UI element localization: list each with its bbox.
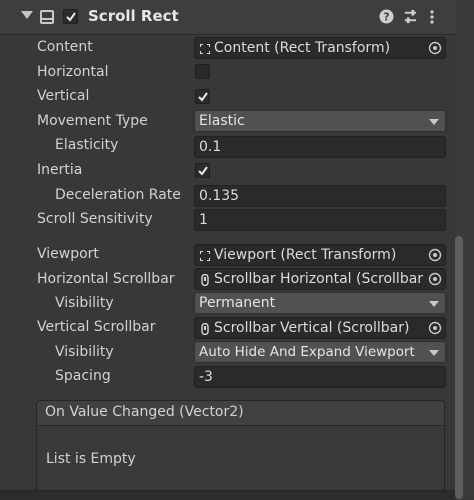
horizontal-label: Horizontal <box>37 64 109 80</box>
event-empty-text: List is Empty <box>46 451 136 467</box>
inertia-checkbox[interactable] <box>195 163 210 178</box>
horizontal-visibility-value: Permanent <box>199 295 276 311</box>
elasticity-field[interactable]: 0.1 <box>194 136 446 158</box>
scroll-sensitivity-value: 1 <box>199 212 208 228</box>
scroll-rect-component-icon <box>40 10 54 24</box>
rect-transform-icon <box>200 251 210 261</box>
vertical-scrollbar-value: Scrollbar Vertical (Scrollbar) <box>214 320 410 336</box>
object-picker-icon[interactable] <box>428 248 442 262</box>
object-picker-icon[interactable] <box>428 321 442 335</box>
collapse-arrow-icon[interactable] <box>21 11 33 19</box>
viewport-field[interactable]: Viewport (Rect Transform) <box>194 244 446 266</box>
vertical-visibility-label: Visibility <box>55 344 114 360</box>
scroll-sensitivity-field[interactable]: 1 <box>194 209 446 231</box>
horizontal-visibility-label: Visibility <box>55 295 114 311</box>
spacing-field[interactable]: -3 <box>194 366 446 388</box>
spacing-label: Spacing <box>55 368 111 384</box>
scrollbar-icon <box>201 274 209 286</box>
vertical-visibility-dropdown[interactable]: Auto Hide And Expand Viewport <box>194 341 446 363</box>
checkmark-icon <box>198 92 208 102</box>
presets-icon[interactable] <box>403 9 418 24</box>
content-label: Content <box>37 39 93 55</box>
vertical-checkbox[interactable] <box>195 89 210 104</box>
spacing-value: -3 <box>199 369 213 385</box>
object-picker-icon[interactable] <box>428 41 442 55</box>
movement-type-dropdown[interactable]: Elastic <box>194 110 446 132</box>
horizontal-visibility-dropdown[interactable]: Permanent <box>194 292 446 314</box>
object-picker-icon[interactable] <box>428 272 442 286</box>
scroll-sensitivity-label: Scroll Sensitivity <box>37 211 153 227</box>
event-title: On Value Changed (Vector2) <box>45 404 244 420</box>
horizontal-checkbox[interactable] <box>195 64 210 79</box>
component-title: Scroll Rect <box>88 7 179 25</box>
component-enabled-checkbox[interactable] <box>63 9 78 24</box>
elasticity-value: 0.1 <box>199 139 222 155</box>
horizontal-scrollbar-field[interactable]: Scrollbar Horizontal (Scrollbar <box>194 268 446 290</box>
deceleration-rate-field[interactable]: 0.135 <box>194 185 446 207</box>
chevron-down-icon <box>429 119 439 125</box>
component-header[interactable]: Scroll Rect ? <box>0 0 456 35</box>
horizontal-scrollbar-label: Horizontal Scrollbar <box>37 271 175 287</box>
chevron-down-icon <box>429 301 439 307</box>
scrollbar-icon <box>201 323 209 335</box>
deceleration-rate-label: Deceleration Rate <box>55 187 181 203</box>
movement-type-value: Elastic <box>199 113 245 129</box>
movement-type-label: Movement Type <box>37 113 148 129</box>
on-value-changed-event: On Value Changed (Vector2) List is Empty <box>36 400 445 492</box>
content-field[interactable]: Content (Rect Transform) <box>194 37 446 59</box>
vertical-label: Vertical <box>37 88 90 104</box>
deceleration-rate-value: 0.135 <box>199 188 240 204</box>
viewport-label: Viewport <box>37 246 99 262</box>
vertical-visibility-value: Auto Hide And Expand Viewport <box>199 344 415 360</box>
help-icon[interactable]: ? <box>379 9 394 24</box>
more-menu-icon[interactable] <box>428 9 436 25</box>
event-header: On Value Changed (Vector2) <box>37 401 444 426</box>
content-value: Content (Rect Transform) <box>214 40 391 56</box>
rect-transform-icon <box>200 44 210 54</box>
elasticity-label: Elasticity <box>55 137 119 153</box>
inertia-label: Inertia <box>37 162 83 178</box>
checkmark-icon <box>198 166 208 176</box>
viewport-value: Viewport (Rect Transform) <box>214 247 397 263</box>
vertical-scrollbar-label: Vertical Scrollbar <box>37 319 156 335</box>
svg-text:?: ? <box>384 12 390 24</box>
chevron-down-icon <box>429 350 439 356</box>
scrollbar-thumb[interactable] <box>455 236 463 499</box>
vertical-scrollbar-field[interactable]: Scrollbar Vertical (Scrollbar) <box>194 317 446 339</box>
horizontal-scrollbar-value: Scrollbar Horizontal (Scrollbar <box>214 271 423 287</box>
